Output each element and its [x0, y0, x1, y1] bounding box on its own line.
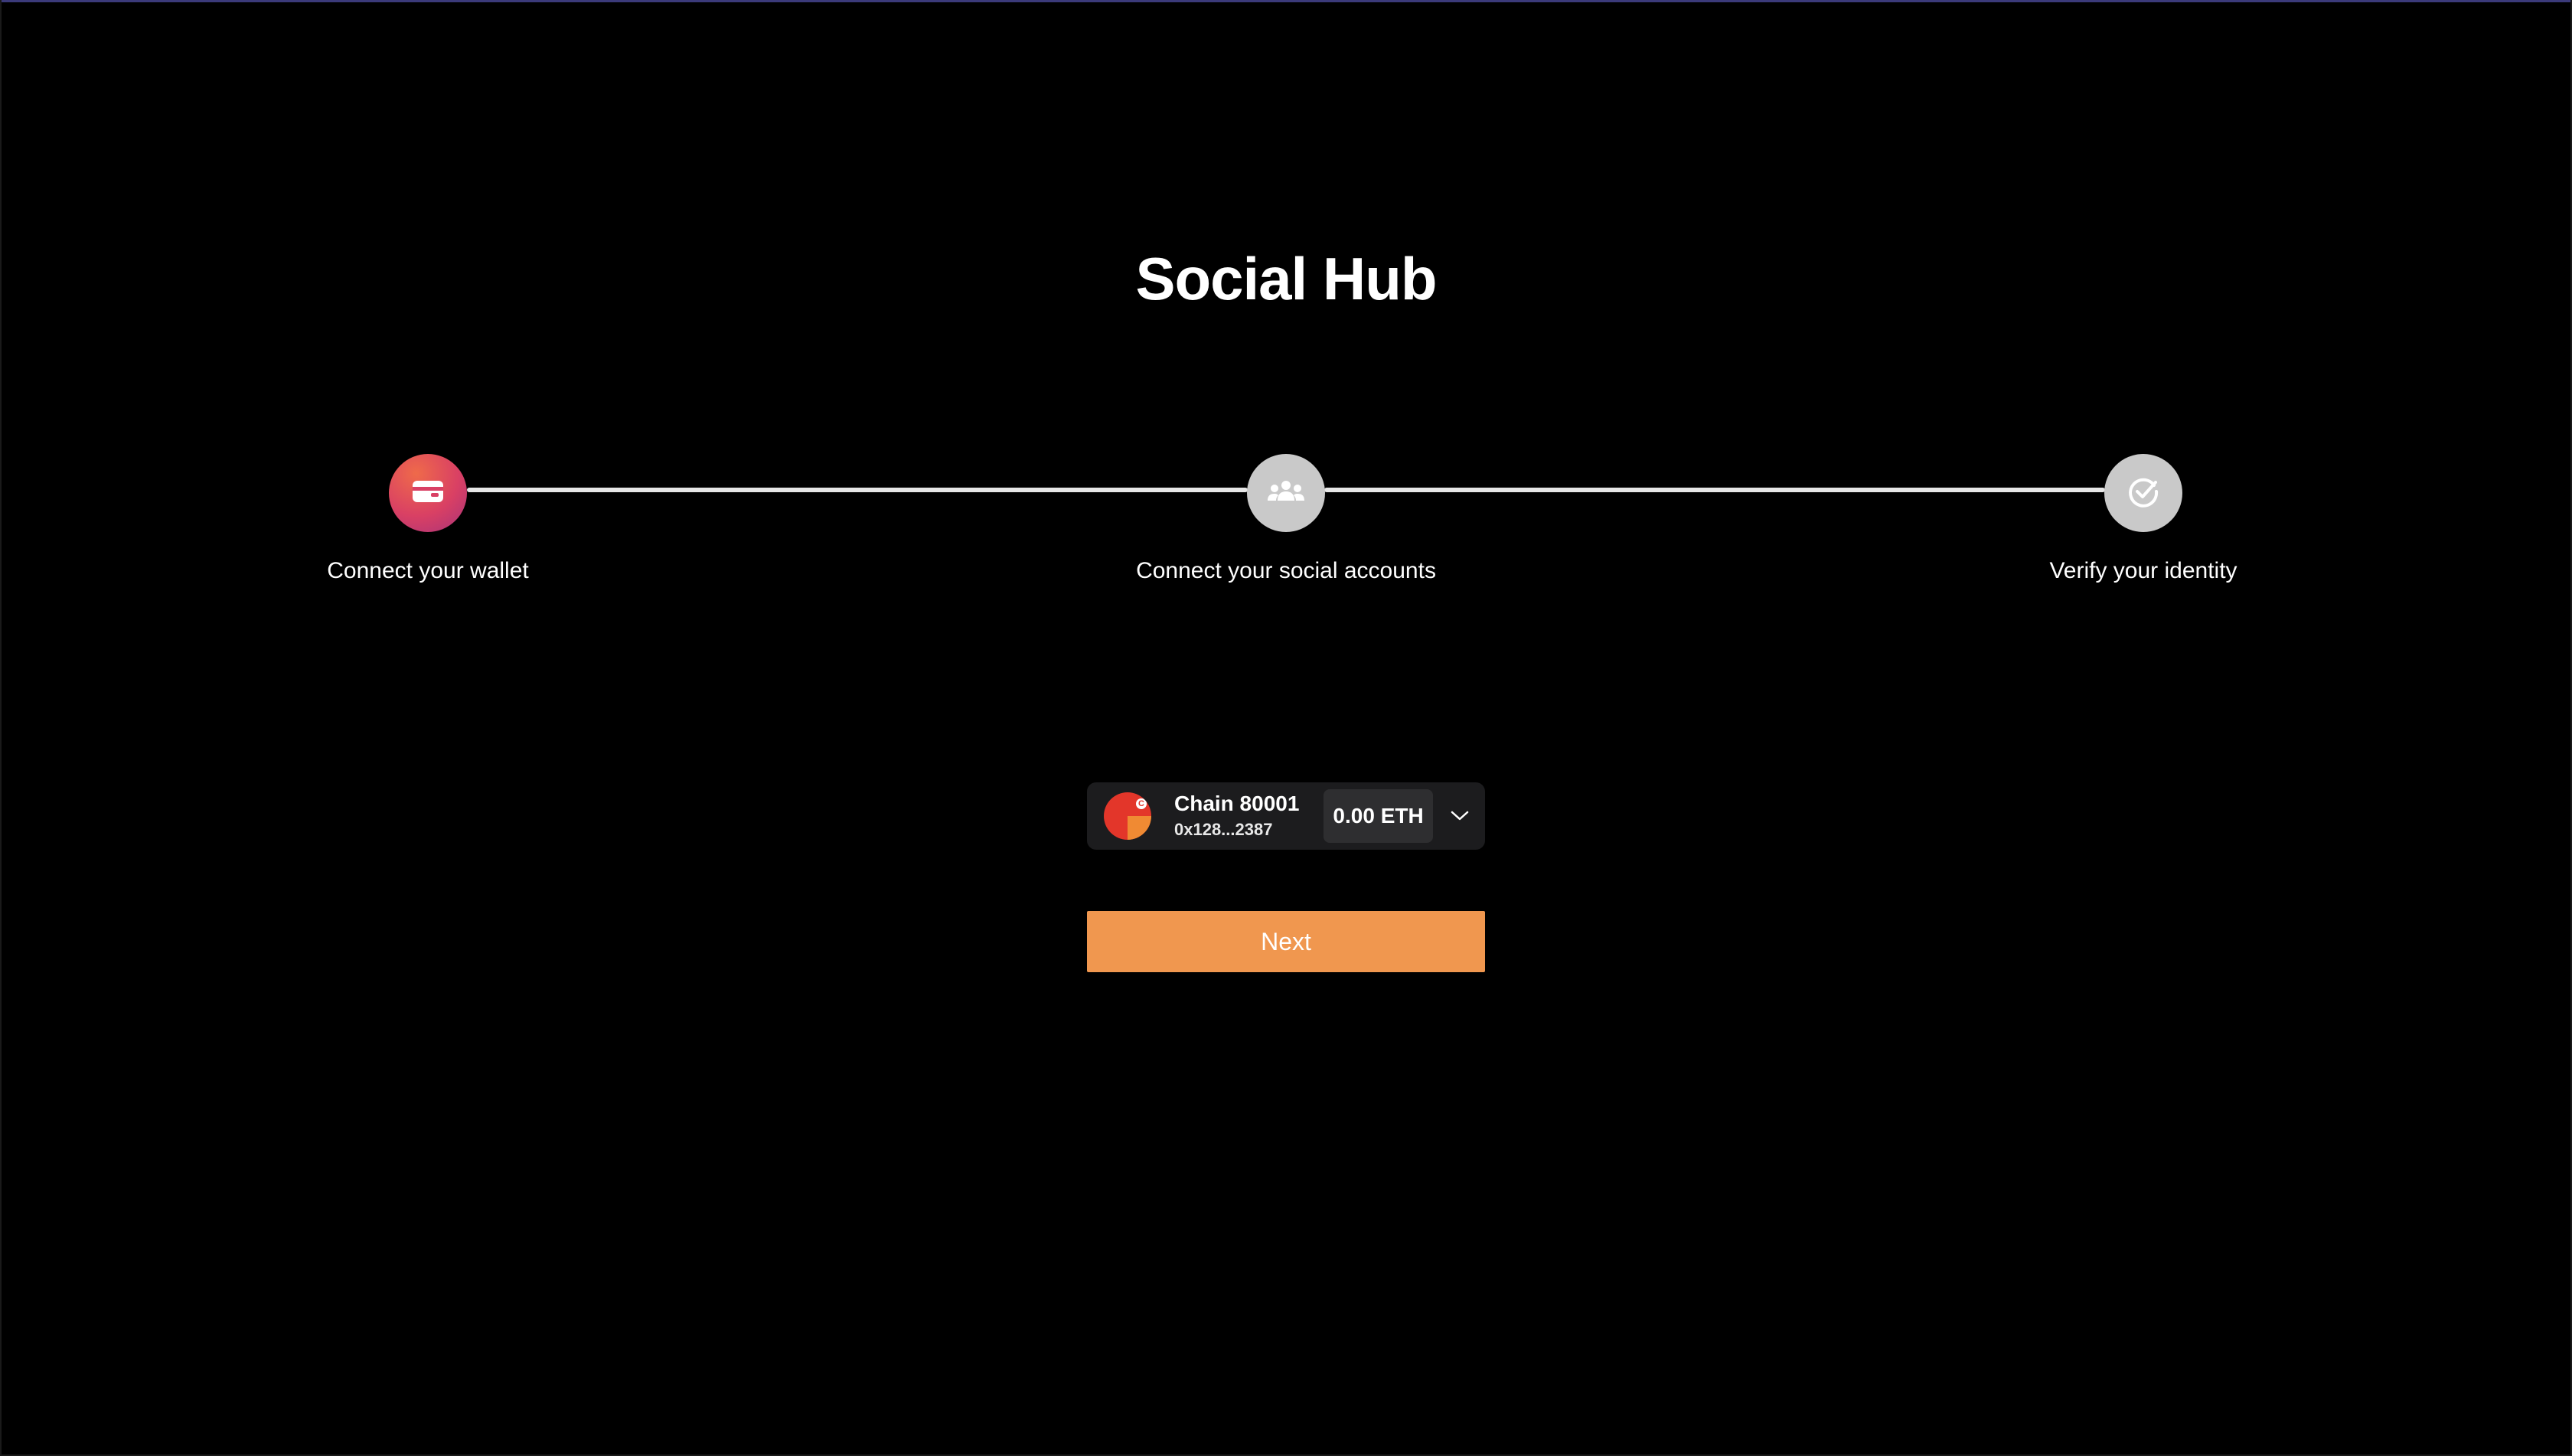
step-1-label: Connect your wallet — [327, 558, 529, 583]
chain-avatar-slice — [1128, 816, 1151, 840]
step-3-verify[interactable] — [2104, 454, 2182, 532]
step-3-label: Verify your identity — [2049, 558, 2237, 583]
wallet-icon — [411, 478, 445, 509]
chain-avatar-badge: C — [1136, 798, 1147, 809]
wallet-account-button[interactable]: C Chain 80001 0x128...2387 0.00 ETH — [1087, 782, 1485, 850]
stepper-connector-1 — [467, 488, 1248, 492]
group-icon — [1266, 479, 1306, 508]
balance-badge: 0.00 ETH — [1324, 789, 1433, 843]
chevron-down-icon[interactable] — [1441, 797, 1479, 835]
progress-stepper: Connect your wallet Connect your social … — [0, 0, 2572, 612]
chain-info: Chain 80001 0x128...2387 — [1174, 791, 1299, 841]
step-2-social[interactable] — [1247, 454, 1325, 532]
chain-avatar: C — [1104, 792, 1151, 840]
next-button[interactable]: Next — [1087, 911, 1485, 972]
step-2-label: Connect your social accounts — [1136, 558, 1436, 583]
wallet-address: 0x128...2387 — [1174, 820, 1273, 839]
check-circle-icon — [2126, 475, 2160, 512]
chain-name: Chain 80001 — [1174, 792, 1300, 815]
stepper-connector-2 — [1324, 488, 2105, 492]
step-1-wallet[interactable] — [389, 454, 467, 532]
